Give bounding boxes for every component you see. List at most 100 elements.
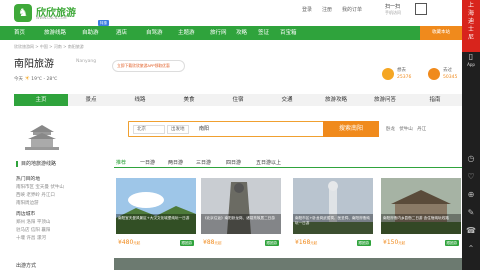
sidebar-history-icon[interactable]: ◷ [466,154,476,164]
login-link[interactable]: 登录 [302,6,312,13]
list-heading: 周边城市 [16,212,36,217]
price-suffix: 元起 [310,241,318,245]
filter-3day[interactable]: 三日游 [196,159,211,166]
section-title-text: 目的地旅游线路 [21,161,57,167]
tab-home[interactable]: 主页 [14,94,68,106]
nav-travel-agencies[interactable]: 旅行网 [210,26,227,40]
search-button[interactable]: 搜索南阳 [323,121,379,137]
tour-card[interactable]: 南阳府衙内乡县衙二日游 含住宿纯玩线路 ¥150元起 跟团游 [381,178,461,252]
stat-label: 想去 [397,68,406,73]
tour-caption: 南阳市区+卧龙岗武侯祠、医圣祠、南阳府衙纯玩一日游 [295,216,370,225]
travel-mode-heading: 出游方式 [16,263,37,269]
sidebar-ad[interactable]: 上 海 迪 士 尼 [462,0,480,52]
ad-char: 海 [467,10,474,17]
tour-type-tag: 跟团游 [179,240,194,246]
sidebar-heart-icon[interactable]: ♡ [466,172,476,182]
section-title: 目的地旅游线路 [16,160,56,167]
want-to-go-icon [382,68,394,80]
hot-keyword[interactable]: 伏牛山 [399,127,413,132]
nav-home[interactable]: 首页 [14,26,25,40]
filter-4day[interactable]: 四日游 [226,159,241,166]
register-link[interactable]: 注册 [322,6,332,13]
tour-type-tag: 跟团游 [356,240,371,246]
nav-badge: 特惠 [98,20,109,26]
page: ♞ 欣欣旅游 WWW.CNCN.COM 登录 注册 我的订单 扫一扫 手机访问 … [0,0,480,270]
temple-illustration [25,125,59,150]
tab-lodging[interactable]: 住宿 [211,94,265,106]
app-promo-banner[interactable]: 立即下载欣欣旅游APP领取优惠 [112,60,185,72]
filter-1day[interactable]: 一日游 [140,159,155,166]
hot-keyword[interactable]: 丹江 [417,127,426,132]
list-item[interactable]: 西峡 老界岭 丹江口 [16,192,106,200]
tour-card[interactable]: 南阳市区+卧龙岗武侯祠、医圣祠、南阳府衙纯玩一日游 ¥168元起 跟团游 [293,178,373,252]
tab-food[interactable]: 美食 [162,94,216,106]
price-suffix: 元起 [398,241,406,245]
breadcrumb-item[interactable]: 河南 [54,44,62,49]
tour-caption: 《北京往返》南阳卧龙岗、诸葛亮故居二日游 [203,216,275,220]
filter-2day[interactable]: 两日游 [168,159,183,166]
breadcrumb-item[interactable]: 欣欣旅游网 [14,44,34,49]
list-item[interactable]: 南阳周边游 [16,200,106,208]
nav-visa[interactable]: 签证 [258,26,269,40]
been-there-stat[interactable]: 去过 50345 [428,67,480,89]
tab-attractions[interactable]: 景点 [64,94,118,106]
list-item[interactable]: 郑州 洛阳 平顶山 [16,219,106,227]
list-item[interactable]: 十堰 许昌 漯河 [16,235,106,243]
next-row-photos [114,258,462,270]
tab-handbook[interactable]: 指南 [408,94,462,106]
list-item[interactable]: 驻马店 信阳 襄阳 [16,227,106,235]
tour-caption: 南阳宝天曼风景区+大汉文化城堡纯玩一日游 [118,216,190,220]
favorite-button[interactable]: 收藏本站 [420,26,462,40]
nav-self-drive[interactable]: 自驾游 [146,26,163,40]
ad-char: 尼 [467,34,474,41]
filter-5day-plus[interactable]: 五日游以上 [256,159,281,166]
departure-select[interactable]: 北京 [133,125,165,134]
nav-theme-tours[interactable]: 主题游 [178,26,195,40]
phone-icon: ▯ [468,52,474,61]
tab-travel-guides[interactable]: 旅游攻略 [309,94,363,106]
nav-self-guided[interactable]: 自助游 [82,26,99,40]
tab-qa[interactable]: 旅游问答 [358,94,412,106]
tour-type-tag: 跟团游 [264,240,279,246]
page-title: 南阳旅游 [14,59,54,70]
top-links: 登录 注册 我的订单 [302,6,362,13]
tab-routes[interactable]: 线路 [113,94,167,106]
been-there-icon [428,68,440,80]
price-suffix: 元起 [133,241,141,245]
my-orders-link[interactable]: 我的订单 [342,6,362,13]
nav-hotels[interactable]: 酒店 [116,26,127,40]
nav-toolbox[interactable]: 百宝箱 [280,26,297,40]
sun-icon: ☀ [24,75,30,82]
main-nav: 首页 旅游线路 自助游 特惠 酒店 自驾游 主题游 旅行网 攻略 签证 百宝箱 [0,20,462,40]
tour-card[interactable]: 南阳宝天曼风景区+大汉文化城堡纯玩一日游 ¥480元起 跟团游 [116,178,196,252]
breadcrumb-item[interactable]: 中国 [40,44,48,49]
weather-prefix: 今天 [14,77,23,82]
sidebar-top-icon[interactable]: ⌃ [466,244,476,254]
sidebar-edit-icon[interactable]: ✎ [466,208,476,218]
city-pinyin: Nanyang [76,59,97,64]
day-filter: 推荐 一日游 两日游 三日游 四日游 五日游以上 [114,158,462,168]
tour-caption: 南阳府衙内乡县衙二日游 含住宿纯玩线路 [383,216,449,220]
site-logo[interactable]: ♞ 欣欣旅游 WWW.CNCN.COM [14,4,78,22]
tour-price: ¥480元起 [118,239,141,246]
list-heading: 热门目的地 [16,177,40,182]
sidebar-phone-icon[interactable]: ☎ [466,226,476,236]
type-select[interactable]: 出发地 [167,125,189,134]
nav-tour-routes[interactable]: 旅游线路 [44,26,66,40]
nav-guides[interactable]: 攻略 [236,26,247,40]
hot-keyword[interactable]: 卧龙 [386,127,395,132]
tab-transport[interactable]: 交通 [260,94,314,106]
tour-photo [201,178,281,234]
tour-card[interactable]: 《北京往返》南阳卧龙岗、诸葛亮故居二日游 ¥88元起 跟团游 [201,178,281,252]
list-item[interactable]: 南阳市区 宝天曼 伏牛山 [16,184,106,192]
scan-qr[interactable]: 扫一扫 手机访问 [385,3,427,23]
price-value: 480 [121,239,134,246]
search-input[interactable]: 南阳 [199,125,209,132]
stat-value: 50345 [443,75,458,80]
stat-label: 去过 [443,68,452,73]
elephant-logo-icon: ♞ [14,4,32,22]
tour-price: ¥168元起 [295,239,318,246]
filter-recommended[interactable]: 推荐 [116,159,126,166]
sidebar-share-icon[interactable]: ⊕ [466,190,476,200]
price-value: 168 [298,239,311,246]
